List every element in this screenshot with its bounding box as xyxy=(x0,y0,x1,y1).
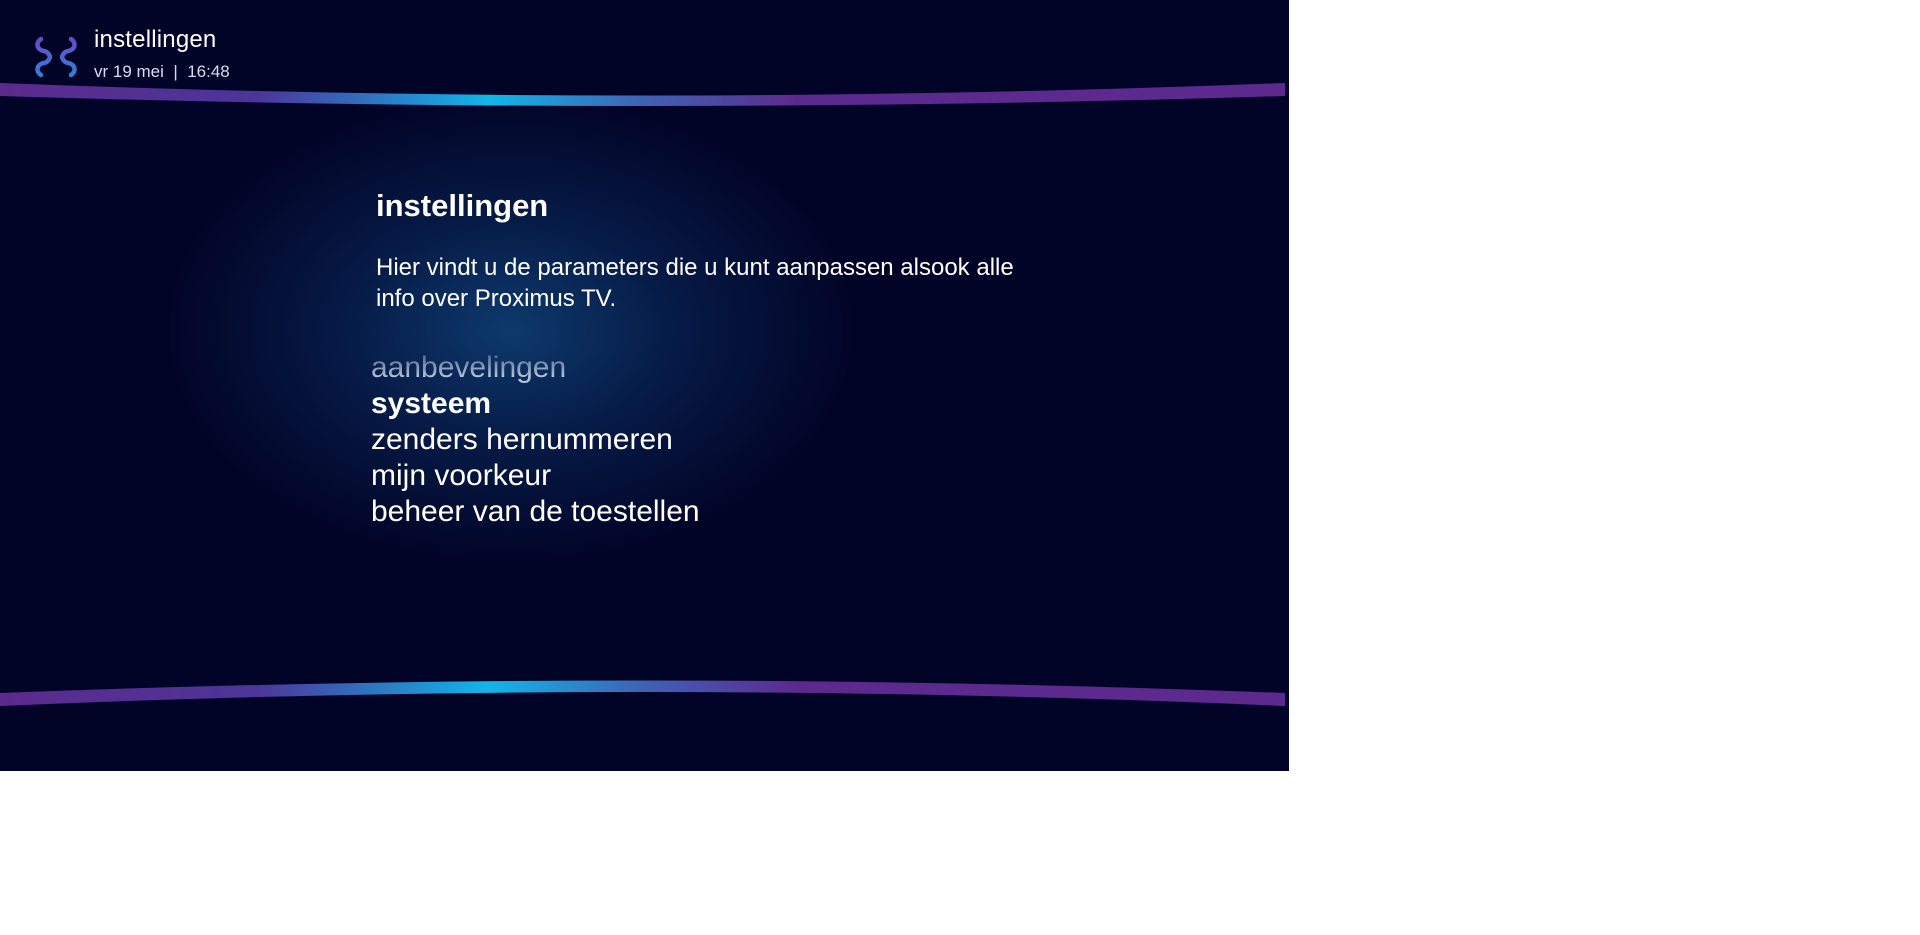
menu-item-beheer-toestellen[interactable]: beheer van de toestellen xyxy=(371,494,700,530)
bottom-swoosh-decoration xyxy=(0,680,1285,706)
top-swoosh-decoration xyxy=(0,83,1285,106)
tv-screen: instellingen vr 19 mei | 16:48 instellin… xyxy=(0,0,1289,771)
menu-item-mijn-voorkeur[interactable]: mijn voorkeur xyxy=(371,458,700,494)
header-date-time: vr 19 mei | 16:48 xyxy=(94,62,230,81)
settings-menu: aanbevelingen systeem zenders hernummere… xyxy=(371,350,700,530)
menu-item-zenders-hernummeren[interactable]: zenders hernummeren xyxy=(371,422,700,458)
menu-item-aanbevelingen[interactable]: aanbevelingen xyxy=(371,350,700,386)
header-title: instellingen xyxy=(94,26,217,53)
proximus-logo-icon xyxy=(35,36,77,78)
page-description: Hier vindt u de parameters die u kunt aa… xyxy=(376,254,1014,312)
menu-item-systeem[interactable]: systeem xyxy=(371,386,700,422)
page-title: instellingen xyxy=(376,188,549,223)
